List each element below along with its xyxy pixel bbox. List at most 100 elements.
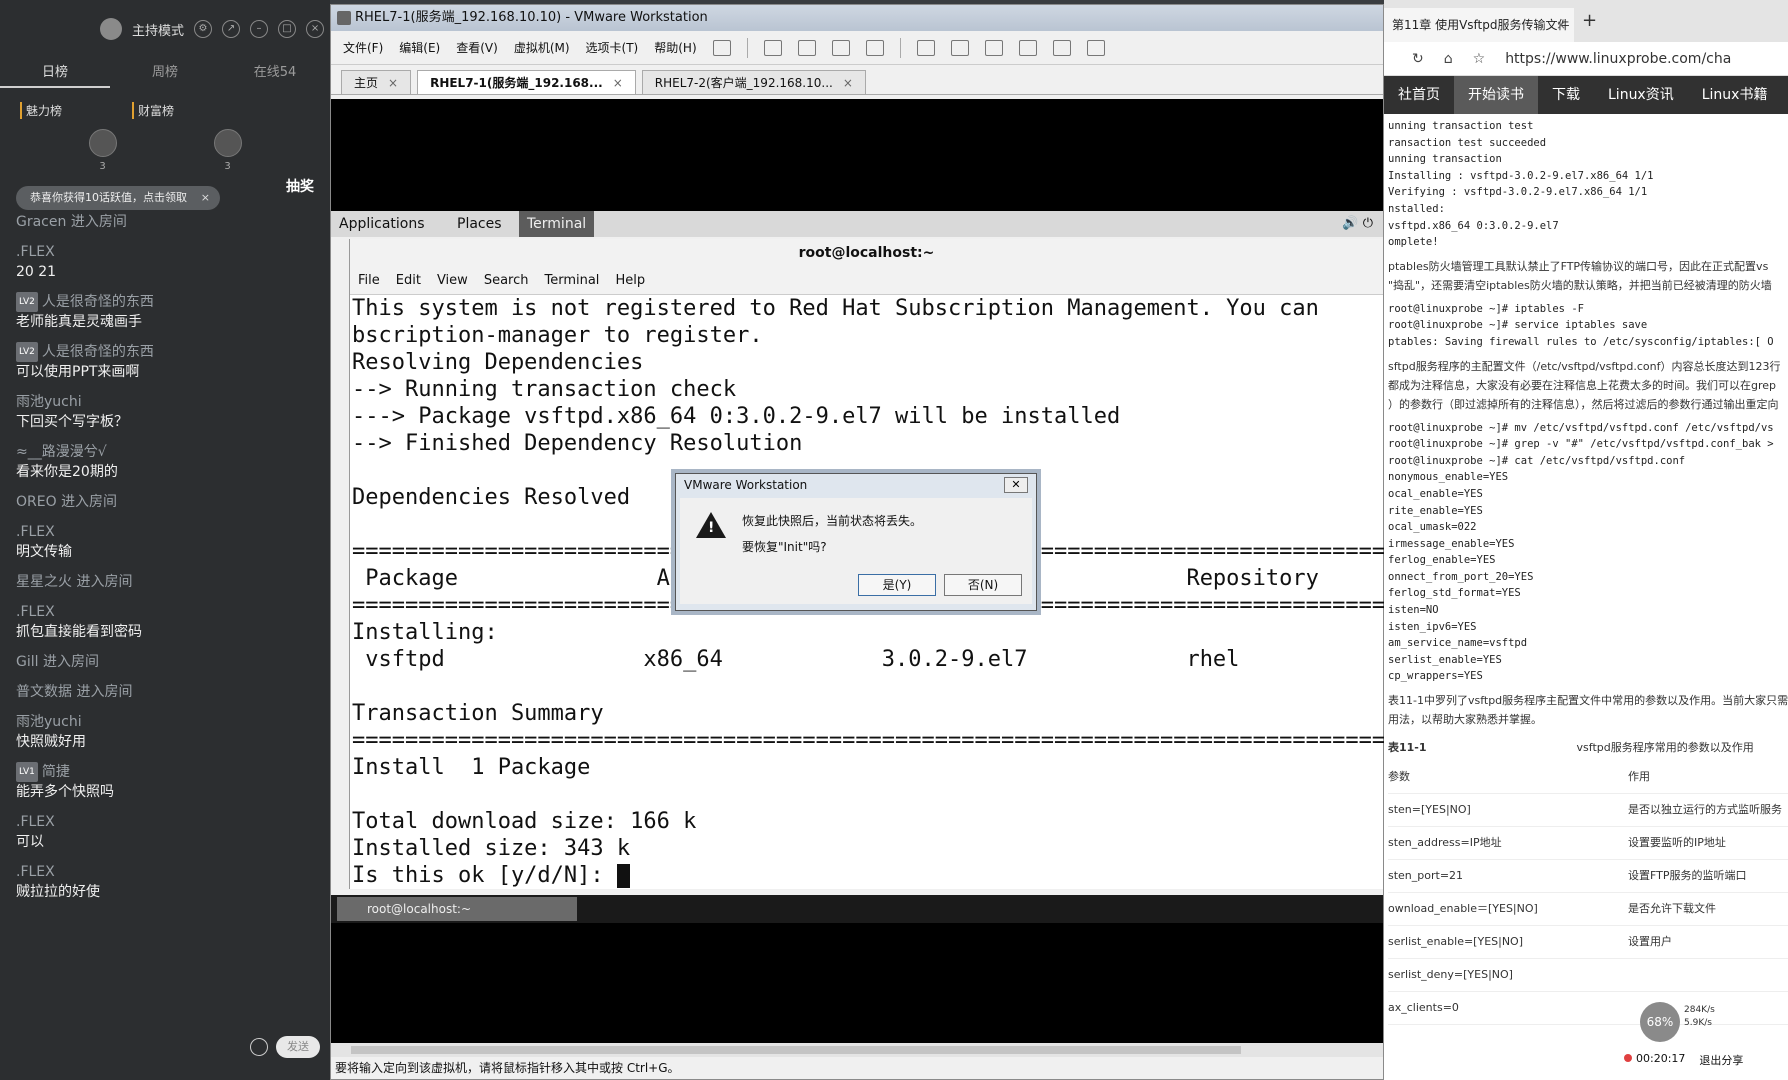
wealth-rank-label[interactable]: 财富榜 (132, 102, 174, 119)
screen: 主持模式 ⚙ ↗ – □ × 日榜 周榜 在线54 魅力榜 财富榜 3 3 恭喜… (0, 0, 1788, 1080)
close-icon[interactable]: × (306, 20, 325, 38)
term-menu-edit[interactable]: Edit (396, 267, 421, 294)
speed-gauge[interactable]: 68% (1640, 1002, 1680, 1042)
exit-share-button[interactable]: 退出分享 (1699, 1052, 1743, 1068)
home-icon[interactable]: ⌂ (1444, 51, 1453, 67)
close-icon[interactable]: × (613, 76, 623, 90)
tab-online[interactable]: 在线54 (220, 58, 330, 88)
host-avatar[interactable] (100, 18, 122, 40)
tab-rhel7-1[interactable]: RHEL7-1(服务端_192.168... × (417, 70, 636, 94)
terminal-prompt: Is this ok [y/d/N]: (352, 863, 617, 888)
taskbar-terminal-item[interactable]: root@localhost:~ (337, 897, 577, 921)
chat-username[interactable]: ≈__路漫漫兮√ (16, 442, 316, 462)
dialog-close-icon[interactable]: ✕ (1004, 477, 1028, 493)
term-menu-file[interactable]: File (358, 267, 380, 294)
nav-read[interactable]: 开始读书 (1454, 76, 1538, 114)
nav-download[interactable]: 下载 (1538, 76, 1594, 114)
chat-username[interactable]: .FLEX (16, 242, 316, 262)
menu-file[interactable]: 文件(F) (343, 39, 383, 56)
favorite-icon[interactable]: ☆ (1473, 51, 1486, 67)
nav-news[interactable]: Linux资讯 (1594, 76, 1688, 114)
library-icon[interactable] (916, 39, 935, 56)
nav-home[interactable]: 社首页 (1384, 76, 1454, 114)
scrollbar-thumb[interactable] (351, 1046, 1241, 1054)
menu-help[interactable]: 帮助(H) (654, 39, 696, 56)
vmware-titlebar: RHEL7-1(服务端_192.168.10.10) - VMware Work… (331, 5, 1383, 31)
charm-rank-label[interactable]: 魅力榜 (20, 102, 62, 119)
reload-icon[interactable]: ↻ (1412, 51, 1424, 67)
no-button[interactable]: 否(N) (944, 574, 1022, 596)
send-button[interactable]: 发送 (276, 1036, 320, 1058)
vmware-statusbar: 要将输入定向到该虚拟机，请将鼠标指针移入其中或按 Ctrl+G。 (331, 1057, 1383, 1079)
tab-daily[interactable]: 日榜 (0, 58, 110, 88)
send-ctrl-alt-del-icon[interactable] (763, 39, 782, 56)
text-line: ocal_umask=022 (1388, 521, 1477, 534)
term-menu-help[interactable]: Help (615, 267, 645, 294)
nav-books[interactable]: Linux书籍 (1688, 76, 1782, 114)
terminal-menu[interactable]: Terminal (519, 211, 595, 237)
reward-toast[interactable]: 恭喜你获得10话跃值，点击领取 × (16, 186, 220, 210)
menu-edit[interactable]: 编辑(E) (399, 39, 440, 56)
thumbnail-icon[interactable] (950, 39, 969, 56)
chat-username[interactable]: LV2 人是很奇怪的东西 (16, 292, 316, 312)
applications-menu[interactable]: Applications (339, 211, 425, 237)
rank-entry[interactable]: 3 (88, 129, 117, 172)
horizontal-scrollbar[interactable] (331, 1043, 1383, 1057)
chat-username-text: 简捷 (41, 764, 70, 780)
console-icon[interactable] (1052, 39, 1071, 56)
terminal-line: vsftpd x86_64 3.0.2-9.el7 rhel (352, 647, 1240, 672)
unity-icon[interactable] (1018, 39, 1037, 56)
browser-tab[interactable]: 第11章 使用Vsftpd服务传输文件 × (1384, 8, 1574, 42)
fullscreen-icon[interactable] (984, 39, 1003, 56)
menu-tabs[interactable]: 选项卡(T) (586, 39, 639, 56)
table-cell: ax_clients=0 (1388, 1001, 1459, 1015)
table-cell: sten_address=IP地址 (1388, 836, 1502, 850)
pause-icon[interactable] (712, 39, 731, 56)
volume-icon[interactable]: 🔊 ⏻ (1342, 211, 1373, 237)
menu-view[interactable]: 查看(V) (456, 39, 498, 56)
term-menu-terminal[interactable]: Terminal (544, 267, 599, 294)
emoji-icon[interactable] (250, 1038, 268, 1056)
stretch-icon[interactable] (1086, 39, 1105, 56)
chat-username[interactable]: 雨池yuchi (16, 712, 316, 732)
chat-username[interactable]: .FLEX (16, 522, 316, 542)
snapshot-manager-icon[interactable] (865, 39, 884, 56)
tab-weekly[interactable]: 周榜 (110, 58, 220, 88)
guest-display[interactable] (331, 99, 1383, 211)
maximize-icon[interactable]: □ (278, 20, 297, 38)
close-icon[interactable]: × (388, 76, 398, 90)
terminal-line: bscription-manager to register. (352, 323, 763, 348)
text-line: root@linuxprobe ~]# iptables -F (1388, 302, 1584, 315)
guest-display-bottom[interactable] (331, 923, 1383, 1043)
chat-username[interactable]: .FLEX (16, 862, 316, 882)
minimize-icon[interactable]: – (250, 20, 269, 38)
browser-tab-title: 第11章 使用Vsftpd服务传输文件 (1392, 18, 1570, 32)
menu-vm[interactable]: 虚拟机(M) (514, 39, 570, 56)
places-menu[interactable]: Places (457, 211, 502, 237)
table-row: ax_clients=0 (1388, 992, 1788, 1026)
term-menu-view[interactable]: View (437, 267, 468, 294)
tab-rhel7-2[interactable]: RHEL7-2(客户端_192.168.10... × (641, 70, 866, 94)
chat-message: .FLEX 抓包直接能看到密码 (16, 602, 316, 642)
tab-home[interactable]: 主页 × (341, 70, 412, 94)
vmware-menubar: 文件(F) 编辑(E) 查看(V) 虚拟机(M) 选项卡(T) 帮助(H) (331, 31, 1383, 65)
chat-username[interactable]: .FLEX (16, 812, 316, 832)
toast-close-icon[interactable]: × (201, 186, 210, 210)
close-icon[interactable]: × (843, 76, 853, 90)
snapshot-icon[interactable] (797, 39, 816, 56)
revert-snapshot-icon[interactable] (831, 39, 850, 56)
external-link-icon[interactable]: ↗ (222, 20, 241, 38)
close-icon[interactable]: × (1556, 8, 1566, 42)
rank-entry[interactable]: 3 (213, 129, 242, 172)
new-tab-icon[interactable]: + (1582, 10, 1597, 31)
chat-username[interactable]: 雨池yuchi (16, 392, 316, 412)
settings-icon[interactable]: ⚙ (194, 20, 213, 38)
nav-tech[interactable]: 技术 (1781, 76, 1788, 114)
text-line: 都成为注释信息，大家没有必要在注释信息上花费太多的时间。我们可以在grep (1388, 378, 1777, 392)
yes-button[interactable]: 是(Y) (858, 574, 936, 596)
chat-username[interactable]: LV2 人是很奇怪的东西 (16, 342, 316, 362)
address-bar[interactable]: https://www.linuxprobe.com/cha (1505, 51, 1731, 67)
term-menu-search[interactable]: Search (484, 267, 529, 294)
chat-username[interactable]: .FLEX (16, 602, 316, 622)
chat-username[interactable]: LV1 简捷 (16, 762, 316, 782)
